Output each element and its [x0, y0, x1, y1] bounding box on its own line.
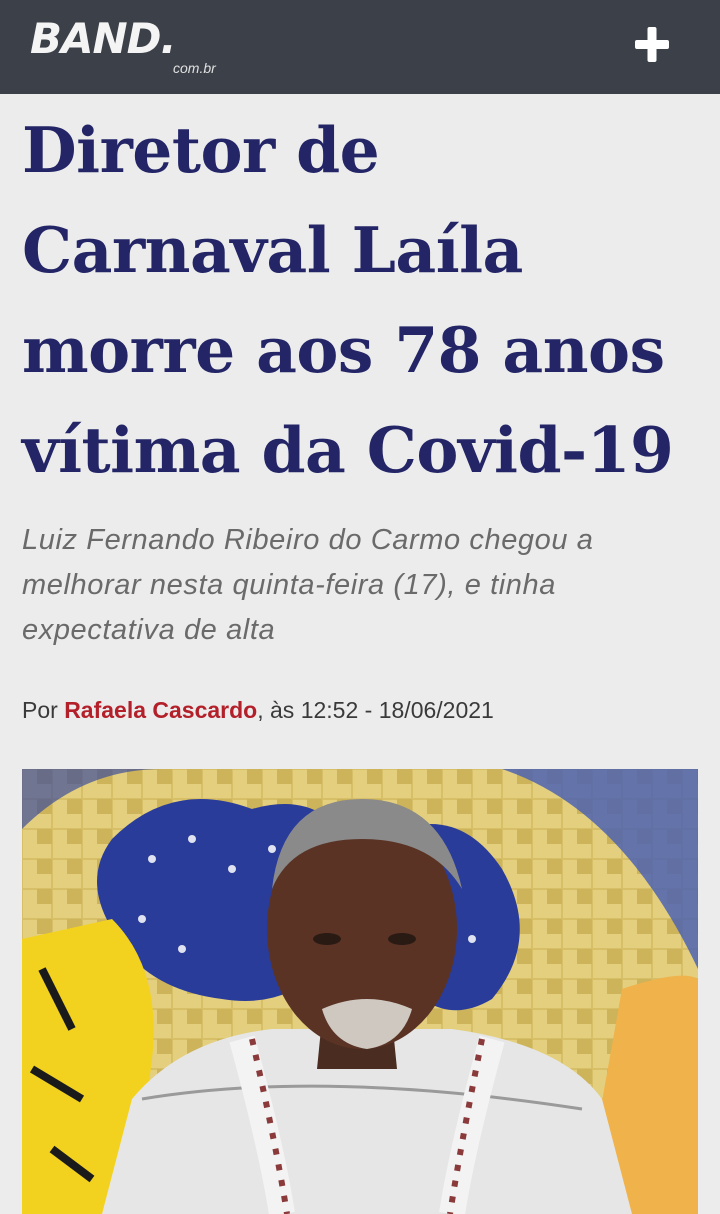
publish-time: 12:52 — [300, 697, 359, 723]
article-photo — [22, 769, 698, 1214]
publish-date: 18/06/2021 — [378, 697, 494, 723]
author-link[interactable]: Rafaela Cascardo — [64, 697, 257, 723]
article-summary: Luiz Fernando Ribeiro do Carmo chegou a … — [22, 524, 594, 646]
site-header: BAND. com.br — [0, 0, 720, 94]
article-headline: Diretor de Carnaval Laíla morre aos 78 a… — [22, 113, 674, 487]
plus-icon — [635, 27, 669, 62]
byline-prefix: Por — [22, 697, 58, 723]
menu-button[interactable] — [628, 22, 678, 68]
logo-domain: com.br — [173, 60, 216, 76]
byline-separator: , às — [257, 697, 295, 723]
logo-wordmark: BAND. — [30, 14, 176, 63]
article-byline: Por Rafaela Cascardo, às 12:52 - 18/06/2… — [22, 692, 702, 728]
band-logo[interactable]: BAND. com.br — [30, 14, 250, 84]
byline-dash: - — [364, 697, 373, 723]
